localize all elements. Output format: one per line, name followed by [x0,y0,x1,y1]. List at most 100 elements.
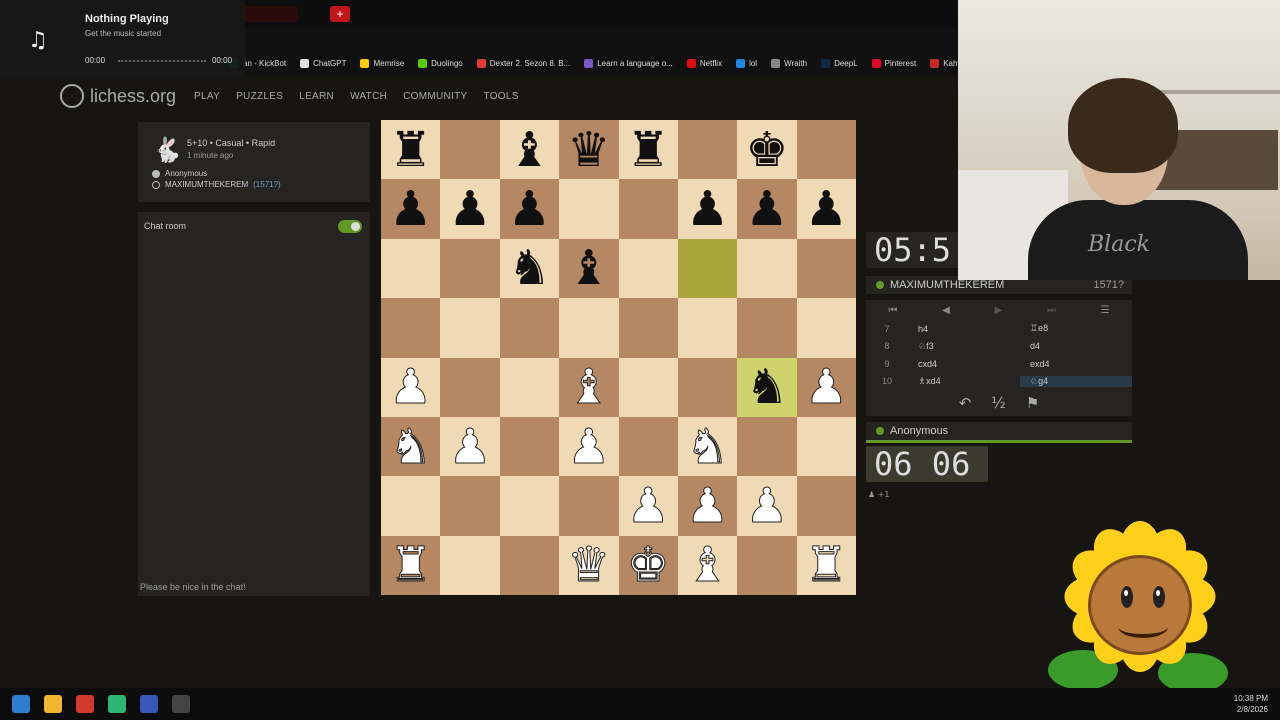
next-move-icon[interactable]: ▶ [995,305,1003,316]
square-c1[interactable] [499,535,560,595]
bookmark-item[interactable]: DeepL [821,58,858,68]
black-pawn-piece[interactable]: ♟ [745,185,788,233]
square-f1[interactable]: ♝ [677,535,738,595]
black-queen-piece[interactable]: ♛ [567,126,610,174]
square-d8[interactable]: ♛ [559,120,619,180]
white-pawn-piece[interactable]: ♟ [686,481,730,530]
square-f4[interactable] [677,357,738,417]
bookmark-item[interactable]: Pinterest [871,58,916,68]
square-a4[interactable]: ♟ [381,357,441,417]
square-a8[interactable]: ♜ [381,120,441,180]
move-black[interactable]: d4 [1020,341,1132,351]
move-black[interactable]: exd4 [1020,359,1132,369]
square-a3[interactable]: ♞ [381,416,441,477]
app-icon[interactable] [172,695,190,713]
nav-play[interactable]: PLAY [194,91,220,102]
square-b7[interactable]: ♟ [440,179,500,239]
square-h4[interactable]: ♟ [796,357,856,417]
black-pawn-piece[interactable]: ♟ [389,185,432,233]
start-icon[interactable] [12,695,30,713]
square-d6[interactable]: ♝ [559,238,619,299]
white-knight-piece[interactable]: ♞ [389,422,433,471]
site-logo[interactable]: lichess.org [60,84,176,108]
black-pawn-piece[interactable]: ♟ [805,185,848,233]
square-a6[interactable] [381,238,441,299]
music-progress-bar[interactable] [118,60,206,62]
white-pawn-piece[interactable]: ♟ [448,422,492,471]
black-rook-piece[interactable]: ♜ [389,126,432,174]
square-e1[interactable]: ♚ [618,535,678,595]
player-bottom-name[interactable]: Anonymous [890,425,948,437]
bookmark-item[interactable]: lol [736,58,757,68]
square-c2[interactable] [499,476,560,536]
square-f5[interactable] [677,298,738,358]
square-a2[interactable] [381,476,441,536]
square-h3[interactable] [796,416,856,477]
square-f7[interactable]: ♟ [677,179,738,239]
square-c8[interactable]: ♝ [499,120,560,180]
square-g2[interactable]: ♟ [737,476,797,536]
move-white[interactable]: ♗xd4 [908,376,1020,387]
square-a5[interactable] [381,298,441,358]
square-g8[interactable]: ♚ [737,120,797,180]
move-white[interactable]: cxd4 [908,359,1020,369]
white-pawn-piece[interactable]: ♟ [626,481,670,530]
prev-move-icon[interactable]: ◀ [942,305,950,316]
music-subtitle[interactable]: Get the music started [85,29,161,38]
chess-board[interactable]: ♜ ♝ ♛ ♜ ♚ ♟ ♟ ♟ ♟ ♟ ♟ ♞ ♝ ♟ ♝ ♞ ♟ ♞ ♟ ♟ ♞ ♟ ♟ ♟ ♜ ♛ ♚ ♝ ♜ [381,120,856,595]
square-f2[interactable]: ♟ [677,476,738,536]
square-a1[interactable]: ♜ [381,535,441,595]
black-pawn-piece[interactable]: ♟ [686,185,729,233]
square-h1[interactable]: ♜ [796,535,856,595]
white-king-piece[interactable]: ♚ [626,541,670,590]
square-h2[interactable] [796,476,856,536]
square-b1[interactable] [440,535,500,595]
white-rook-piece[interactable]: ♜ [389,541,433,590]
black-pawn-piece[interactable]: ♟ [449,185,492,233]
white-bishop-piece[interactable]: ♝ [567,363,611,412]
black-rook-piece[interactable]: ♜ [627,126,670,174]
system-tray-clock[interactable]: 10:38 PM 2/8/2026 [1234,693,1268,715]
square-e4[interactable] [618,357,678,417]
nav-tools[interactable]: TOOLS [483,91,518,102]
black-knight-piece[interactable]: ♞ [508,244,551,292]
square-f6[interactable] [677,238,738,299]
square-e8[interactable]: ♜ [618,120,678,180]
square-d3[interactable]: ♟ [559,416,619,477]
square-d4[interactable]: ♝ [559,357,619,417]
file-explorer-icon[interactable] [44,695,62,713]
square-g3[interactable] [737,416,797,477]
last-move-icon[interactable]: ⏭ [1047,305,1056,316]
square-d1[interactable]: ♛ [559,535,619,595]
menu-icon[interactable]: ☰ [1101,305,1110,316]
brave-browser-icon[interactable] [76,695,94,713]
square-g4[interactable]: ♞ [737,357,797,417]
nav-watch[interactable]: WATCH [350,91,387,102]
first-move-icon[interactable]: ⏮ [888,305,897,316]
bookmark-item[interactable]: Duolingo [418,58,463,68]
resign-flag-icon[interactable]: ⚑ [1026,394,1039,412]
square-f3[interactable]: ♞ [677,416,738,477]
chat-input[interactable]: Please be nice in the chat! [140,582,246,592]
black-king-piece[interactable]: ♚ [745,126,788,174]
square-f8[interactable] [677,120,738,180]
bookmark-item[interactable]: Dexter 2. Sezon 8. B... [476,58,570,68]
white-pawn-piece[interactable]: ♟ [804,363,848,412]
player-white-row[interactable]: Anonymous [152,169,207,178]
black-pawn-piece[interactable]: ♟ [508,185,551,233]
square-d7[interactable] [559,179,619,239]
white-knight-piece[interactable]: ♞ [686,422,730,471]
square-e6[interactable] [618,238,678,299]
move-black[interactable]: ♖e8 [1020,323,1132,334]
app-icon[interactable] [140,695,158,713]
square-e5[interactable] [618,298,678,358]
new-tab-button[interactable]: + [330,6,350,22]
black-knight-piece[interactable]: ♞ [745,363,788,411]
square-c4[interactable] [499,357,560,417]
nav-community[interactable]: COMMUNITY [403,91,467,102]
white-pawn-piece[interactable]: ♟ [389,363,433,412]
square-h5[interactable] [796,298,856,358]
square-a7[interactable]: ♟ [381,179,441,239]
square-c7[interactable]: ♟ [499,179,560,239]
square-g6[interactable] [737,238,797,299]
